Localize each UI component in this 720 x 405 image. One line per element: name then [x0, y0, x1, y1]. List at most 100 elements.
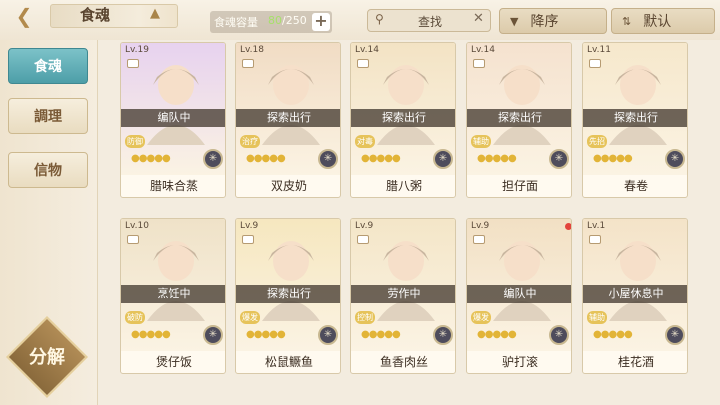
capacity-current: 80: [268, 14, 282, 27]
element-medal-icon: ✳: [203, 325, 223, 345]
food-soul-card[interactable]: Lv.18 探索出行治疗 ●●●●● ✳ 双皮奶: [235, 42, 341, 198]
element-medal-icon: ✳: [433, 149, 453, 169]
character-portrait: [147, 241, 205, 321]
add-capacity-button[interactable]: +: [312, 13, 330, 31]
level-label: Lv.14: [355, 45, 379, 55]
star-pips: ●●●●●: [131, 153, 171, 164]
card-name: 春卷: [623, 179, 648, 193]
status-label: 编队中: [121, 109, 225, 127]
search-placeholder: 查找: [418, 15, 443, 29]
element-medal-icon: ✳: [549, 149, 569, 169]
emote-icon: [589, 59, 601, 68]
level-label: Lv.19: [125, 45, 149, 55]
capacity-total: /250: [282, 14, 307, 27]
character-portrait: [377, 65, 435, 145]
sort-order-button[interactable]: ▼ 降序: [499, 8, 607, 34]
emote-icon: [242, 59, 254, 68]
role-badge: 控制: [355, 311, 375, 324]
status-label: 探索出行: [236, 285, 340, 303]
sort-order-label: 降序: [530, 14, 559, 30]
page-title: 食魂: [80, 6, 111, 24]
role-badge: 防御: [125, 135, 145, 148]
star-pips: ●●●●●: [477, 153, 517, 164]
food-soul-card[interactable]: Lv.1 小屋休息中 辅助 ●●●●● ✳ 桂花酒: [582, 218, 688, 374]
character-portrait: [147, 65, 205, 145]
level-label: Lv.1: [587, 221, 606, 231]
card-name: 双皮奶: [270, 179, 307, 193]
tab-cooking[interactable]: 調理: [8, 98, 88, 134]
role-badge: 先招: [587, 135, 607, 148]
emote-icon: [127, 59, 139, 68]
role-badge: 辅助: [471, 135, 491, 148]
card-name: 腊八粥: [385, 179, 422, 193]
role-badge: 破防: [125, 311, 145, 324]
food-soul-card[interactable]: Lv.9 探索出行 爆发 ●●●●● ✳ 松鼠鳜鱼: [235, 218, 341, 374]
role-badge: 爆发: [471, 311, 491, 324]
card-name: 担仔面: [501, 179, 538, 193]
status-label: 劳作中: [351, 285, 455, 303]
element-medal-icon: ✳: [549, 325, 569, 345]
level-label: Lv.18: [240, 45, 264, 55]
food-soul-card[interactable]: Lv.9 编队中爆发 ●●●●● ✳ 驴打滚: [466, 218, 572, 374]
level-label: Lv.9: [355, 221, 374, 231]
back-arrow-icon: ❮: [15, 4, 33, 28]
status-label: 烹饪中: [121, 285, 225, 303]
star-pips: ●●●●●: [361, 329, 401, 340]
emote-icon: [127, 235, 139, 244]
emote-icon: [357, 59, 369, 68]
character-portrait: [377, 241, 435, 321]
capacity-count: 80/250: [268, 14, 307, 27]
level-label: Lv.10: [125, 221, 149, 231]
tab-tokens[interactable]: 信物: [8, 152, 88, 188]
character-portrait: [609, 241, 667, 321]
food-soul-card[interactable]: Lv.19 编队中防御 ●●●●● ✳ 腊味合蒸: [120, 42, 226, 198]
element-medal-icon: ✳: [318, 325, 338, 345]
element-medal-icon: ✳: [318, 149, 338, 169]
card-name: 煲仔饭: [155, 355, 192, 369]
level-label: Lv.11: [587, 45, 611, 55]
star-pips: ●●●●●: [246, 153, 286, 164]
star-pips: ●●●●●: [593, 329, 633, 340]
status-label: 探索出行: [583, 109, 687, 127]
food-soul-card[interactable]: Lv.14 探索出行 对毒 ●●●●● ✳ 腊八粥: [350, 42, 456, 198]
role-badge: 治疗: [240, 135, 260, 148]
sort-mode-icon: ⇅: [622, 14, 632, 28]
card-name: 腊味合蒸: [149, 179, 198, 193]
food-soul-card[interactable]: Lv.11 探索出行 先招 ●●●●● ✳ 春卷: [582, 42, 688, 198]
level-label: Lv.9: [240, 221, 259, 231]
tab-food-soul[interactable]: 食魂: [8, 48, 88, 84]
food-soul-card[interactable]: Lv.9 劳作中 控制 ●●●●● ✳ 鱼香肉丝: [350, 218, 456, 374]
status-label: 探索出行: [467, 109, 571, 127]
search-icon: ⚲: [375, 12, 384, 26]
notification-dot: [565, 223, 571, 230]
sort-down-icon: ▼: [510, 14, 519, 28]
star-pips: ●●●●●: [361, 153, 401, 164]
star-pips: ●●●●●: [246, 329, 286, 340]
character-portrait: [609, 65, 667, 145]
card-name: 桂花酒: [617, 355, 654, 369]
card-name: 驴打滚: [501, 355, 538, 369]
role-badge: 对毒: [355, 135, 375, 148]
food-soul-card[interactable]: Lv.10 烹饪中 破防 ●●●●● ✳ 煲仔饭: [120, 218, 226, 374]
status-label: 探索出行: [236, 109, 340, 127]
emote-icon: [589, 235, 601, 244]
role-badge: 辅助: [587, 311, 607, 324]
sort-mode-label: 默认: [643, 14, 672, 30]
role-badge: 爆发: [240, 311, 260, 324]
sort-mode-button[interactable]: ⇅ 默认: [611, 8, 715, 34]
element-medal-icon: ✳: [203, 149, 223, 169]
level-label: Lv.14: [471, 45, 495, 55]
card-grid: Lv.19 编队中 防御 ●●●●● ✳ 腊味合蒸 Lv.18 探索出行 治疗 ●●●●● ✳ 双皮奶…: [104, 40, 720, 405]
food-soul-card[interactable]: Lv.14 探索出行辅助 ●●●●● ✳ 担仔面: [466, 42, 572, 198]
decompose-label: 分解: [29, 347, 65, 368]
element-medal-icon: ✳: [665, 325, 685, 345]
star-pips: ●●●●●: [477, 329, 517, 340]
clear-search-button[interactable]: ✕: [473, 11, 484, 26]
emote-icon: [357, 235, 369, 244]
card-name: 鱼香肉丝: [379, 355, 428, 369]
element-medal-icon: ✳: [665, 149, 685, 169]
character-portrait: [493, 241, 551, 321]
status-label: 编队中: [467, 285, 571, 303]
back-button[interactable]: ❮: [2, 2, 46, 30]
level-label: Lv.9: [471, 221, 490, 231]
